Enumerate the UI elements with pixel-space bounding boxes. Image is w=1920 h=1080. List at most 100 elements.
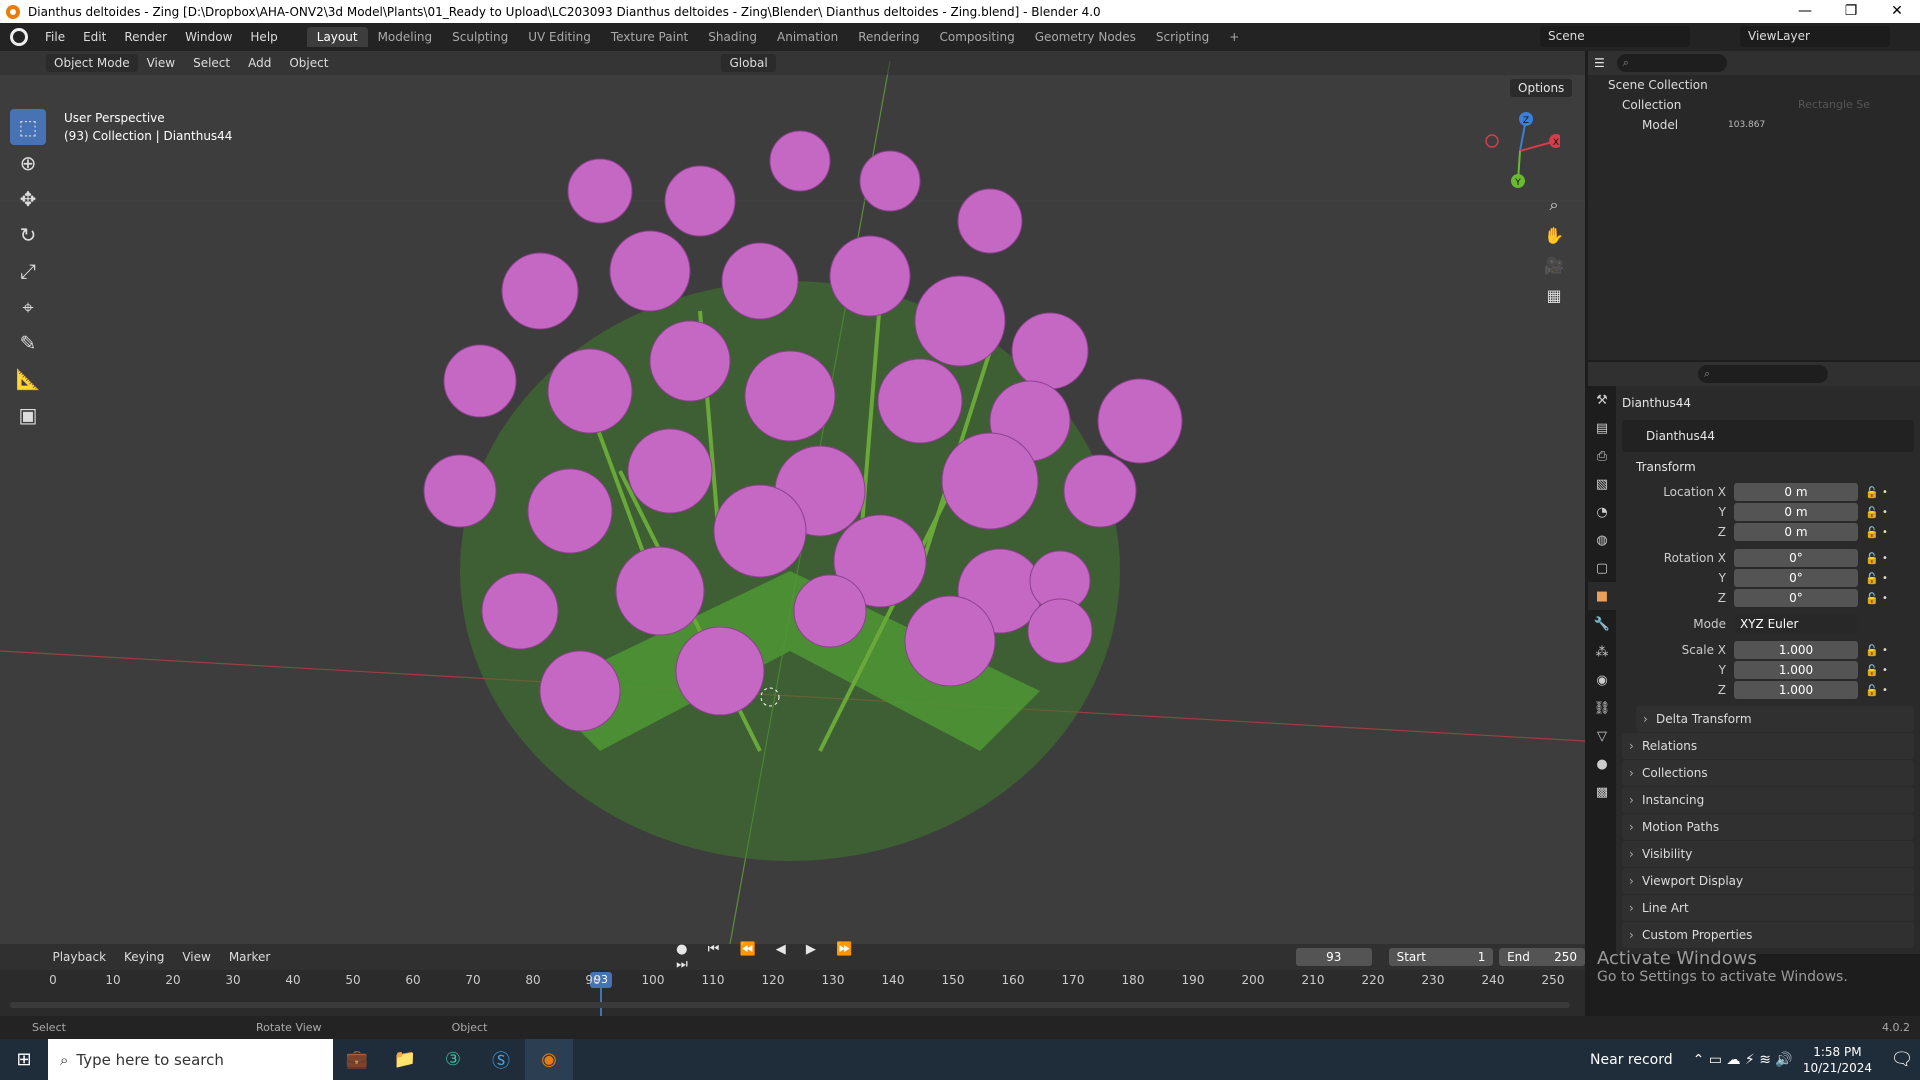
- notification-icon[interactable]: 🗨: [1884, 1039, 1920, 1080]
- add-workspace-button[interactable]: +: [1219, 27, 1249, 47]
- viewport-menu-select[interactable]: Select: [184, 56, 239, 70]
- viewport-menu-object[interactable]: Object: [280, 56, 337, 70]
- keyframe-dot-icon[interactable]: •: [1880, 527, 1890, 538]
- outliner-search[interactable]: ⌕: [1616, 54, 1727, 72]
- location-y-field[interactable]: 0 m: [1734, 503, 1858, 521]
- cursor-icon[interactable]: ⊕: [10, 145, 46, 181]
- tray-icons[interactable]: ⌃ ▭ ☁ ⚡ ≋ 🔊: [1693, 1052, 1793, 1068]
- modifier-tab-icon[interactable]: 🔧: [1588, 610, 1616, 638]
- keyframe-dot-icon[interactable]: •: [1880, 685, 1890, 696]
- lock-icon[interactable]: 🔓: [1864, 592, 1880, 605]
- zoom-icon[interactable]: ⌕: [1540, 191, 1568, 219]
- app-3-icon[interactable]: ③: [429, 1039, 477, 1080]
- select-box-icon[interactable]: ⬚: [10, 109, 46, 145]
- app-s-icon[interactable]: Ⓢ: [477, 1039, 525, 1080]
- data-tab-icon[interactable]: ▽: [1588, 722, 1616, 750]
- output-tab-icon[interactable]: ⎙: [1588, 442, 1616, 470]
- lock-icon[interactable]: 🔓: [1864, 644, 1880, 657]
- options-button[interactable]: Options: [1510, 79, 1573, 97]
- rotation-y-field[interactable]: 0°: [1734, 569, 1858, 587]
- menu-render[interactable]: Render: [115, 30, 176, 44]
- 3d-viewport[interactable]: Object Mode View Select Add Object Globa…: [0, 51, 1585, 944]
- rotate-icon[interactable]: ↻: [10, 217, 46, 253]
- location-x-field[interactable]: 0 m: [1734, 483, 1858, 501]
- timeline-scrollbar[interactable]: [10, 1002, 1570, 1008]
- tab-rendering[interactable]: Rendering: [848, 27, 929, 47]
- keyframe-dot-icon[interactable]: •: [1880, 645, 1890, 656]
- particles-tab-icon[interactable]: ⁂: [1588, 638, 1616, 666]
- close-button[interactable]: ✕: [1874, 0, 1920, 23]
- start-frame-field[interactable]: Start 1: [1388, 948, 1494, 966]
- lock-icon[interactable]: 🔓: [1864, 552, 1880, 565]
- texture-tab-icon[interactable]: ▩: [1588, 778, 1616, 806]
- panel-motion-paths[interactable]: Motion Paths: [1622, 814, 1914, 840]
- physics-tab-icon[interactable]: ◉: [1588, 666, 1616, 694]
- outliner-scene-collection[interactable]: Scene Collection: [1588, 75, 1920, 95]
- navigation-gizmo[interactable]: Z X Y: [1480, 111, 1560, 191]
- collection-tab-icon[interactable]: ▢: [1588, 554, 1616, 582]
- menu-edit[interactable]: Edit: [74, 30, 115, 44]
- keyframe-dot-icon[interactable]: •: [1880, 553, 1890, 564]
- outliner-model[interactable]: Model 103.867: [1588, 115, 1920, 135]
- properties-search[interactable]: ⌕: [1698, 365, 1828, 383]
- menu-help[interactable]: Help: [241, 30, 286, 44]
- render-tab-icon[interactable]: ▤: [1588, 414, 1616, 442]
- panel-line-art[interactable]: Line Art: [1622, 895, 1914, 921]
- panel-instancing[interactable]: Instancing: [1622, 787, 1914, 813]
- frame-ruler[interactable]: 93 0 10 20 30 40 50 60 70 80 90 100 110 120 130 140 150…: [0, 970, 1585, 1016]
- mode-dropdown[interactable]: Object Mode: [46, 54, 138, 72]
- weather-text[interactable]: Near record: [1590, 1052, 1673, 1068]
- lock-icon[interactable]: 🔓: [1864, 506, 1880, 519]
- playback-controls[interactable]: ● ⏮ ⏪ ◀ ▶ ⏩ ⏭: [676, 942, 880, 972]
- timeline-menu-keying[interactable]: Keying: [115, 950, 173, 964]
- tab-uv-editing[interactable]: UV Editing: [518, 27, 601, 47]
- move-icon[interactable]: ✥: [10, 181, 46, 217]
- lock-icon[interactable]: 🔓: [1864, 684, 1880, 697]
- scene-selector[interactable]: Scene: [1540, 26, 1690, 47]
- viewport-menu-view[interactable]: View: [138, 56, 184, 70]
- outliner-collection[interactable]: Collection Rectangle Se: [1588, 95, 1920, 115]
- material-tab-icon[interactable]: ●: [1588, 750, 1616, 778]
- rotation-z-field[interactable]: 0°: [1734, 589, 1858, 607]
- panel-collections[interactable]: Collections: [1622, 760, 1914, 786]
- tool-tab-icon[interactable]: ⚒: [1588, 386, 1616, 414]
- scene-tab-icon[interactable]: ◔: [1588, 498, 1616, 526]
- lock-icon[interactable]: 🔓: [1864, 572, 1880, 585]
- view-layer-selector[interactable]: ViewLayer: [1740, 26, 1890, 47]
- menu-window[interactable]: Window: [176, 30, 241, 44]
- transform-panel-title[interactable]: Transform: [1636, 460, 1696, 474]
- minimize-button[interactable]: —: [1782, 0, 1828, 23]
- blender-taskbar-icon[interactable]: ◉: [525, 1039, 573, 1080]
- file-explorer-icon[interactable]: 📁: [381, 1039, 429, 1080]
- scale-icon[interactable]: ⤢: [10, 253, 46, 289]
- object-data-name[interactable]: Dianthus44: [1646, 429, 1715, 443]
- keyframe-dot-icon[interactable]: •: [1880, 593, 1890, 604]
- orientation-dropdown[interactable]: Global: [721, 54, 776, 72]
- tab-animation[interactable]: Animation: [767, 27, 848, 47]
- panel-viewport-display[interactable]: Viewport Display: [1622, 868, 1914, 894]
- timeline-menu-playback[interactable]: Playback: [43, 950, 115, 964]
- keyframe-dot-icon[interactable]: •: [1880, 665, 1890, 676]
- tab-texture-paint[interactable]: Texture Paint: [601, 27, 698, 47]
- panel-custom-properties[interactable]: Custom Properties: [1622, 922, 1914, 948]
- rotation-x-field[interactable]: 0°: [1734, 549, 1858, 567]
- panel-visibility[interactable]: Visibility: [1622, 841, 1914, 867]
- keyframe-dot-icon[interactable]: •: [1880, 573, 1890, 584]
- lock-icon[interactable]: 🔓: [1864, 664, 1880, 677]
- ortho-grid-icon[interactable]: ▦: [1540, 281, 1568, 309]
- object-tab-icon[interactable]: ■: [1588, 582, 1616, 610]
- panel-delta-transform[interactable]: Delta Transform: [1636, 706, 1914, 732]
- viewport-menu-add[interactable]: Add: [239, 56, 280, 70]
- tab-compositing[interactable]: Compositing: [929, 27, 1024, 47]
- blender-menu-icon[interactable]: [10, 28, 28, 46]
- world-tab-icon[interactable]: ◍: [1588, 526, 1616, 554]
- view-layer-tab-icon[interactable]: ▧: [1588, 470, 1616, 498]
- add-cube-icon[interactable]: ▣: [10, 397, 46, 433]
- clock[interactable]: 1:58 PM 10/21/2024: [1803, 1044, 1872, 1076]
- tab-scripting[interactable]: Scripting: [1146, 27, 1219, 47]
- transform-icon[interactable]: ⌖: [10, 289, 46, 325]
- tab-modeling[interactable]: Modeling: [368, 27, 443, 47]
- current-frame-field[interactable]: 93: [1295, 948, 1372, 966]
- lock-icon[interactable]: 🔓: [1864, 486, 1880, 499]
- outliner-editor-icon[interactable]: ☰: [1594, 56, 1605, 70]
